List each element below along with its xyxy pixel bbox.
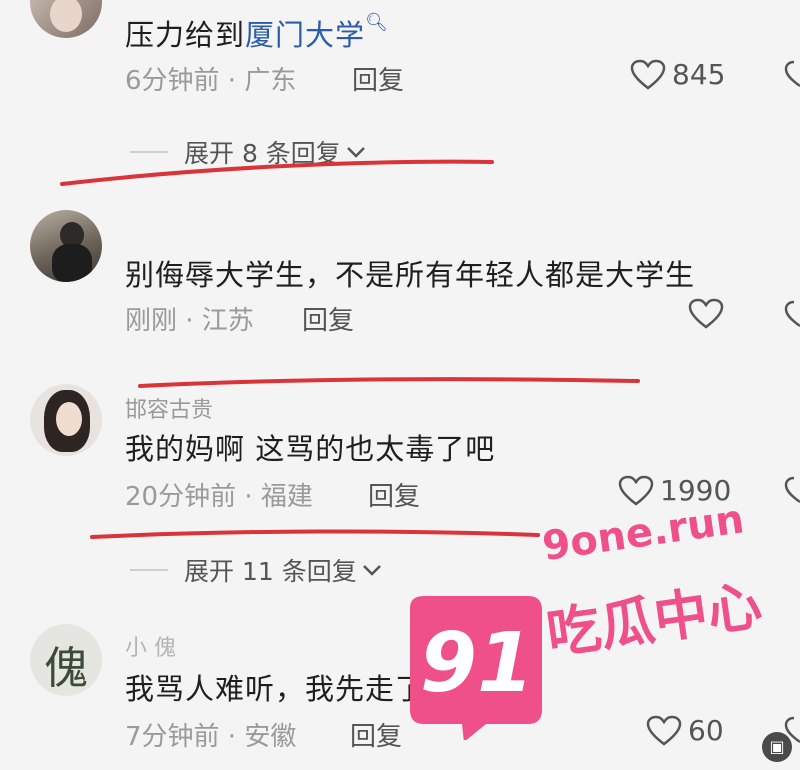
- image-tool-icon[interactable]: ▣: [762, 732, 792, 762]
- annotation-line-2: [138, 377, 640, 388]
- watermark-number: 91: [419, 616, 535, 711]
- annotation-line-1: [60, 159, 494, 186]
- watermark: 91 9one.run 吃瓜中心: [400, 496, 780, 740]
